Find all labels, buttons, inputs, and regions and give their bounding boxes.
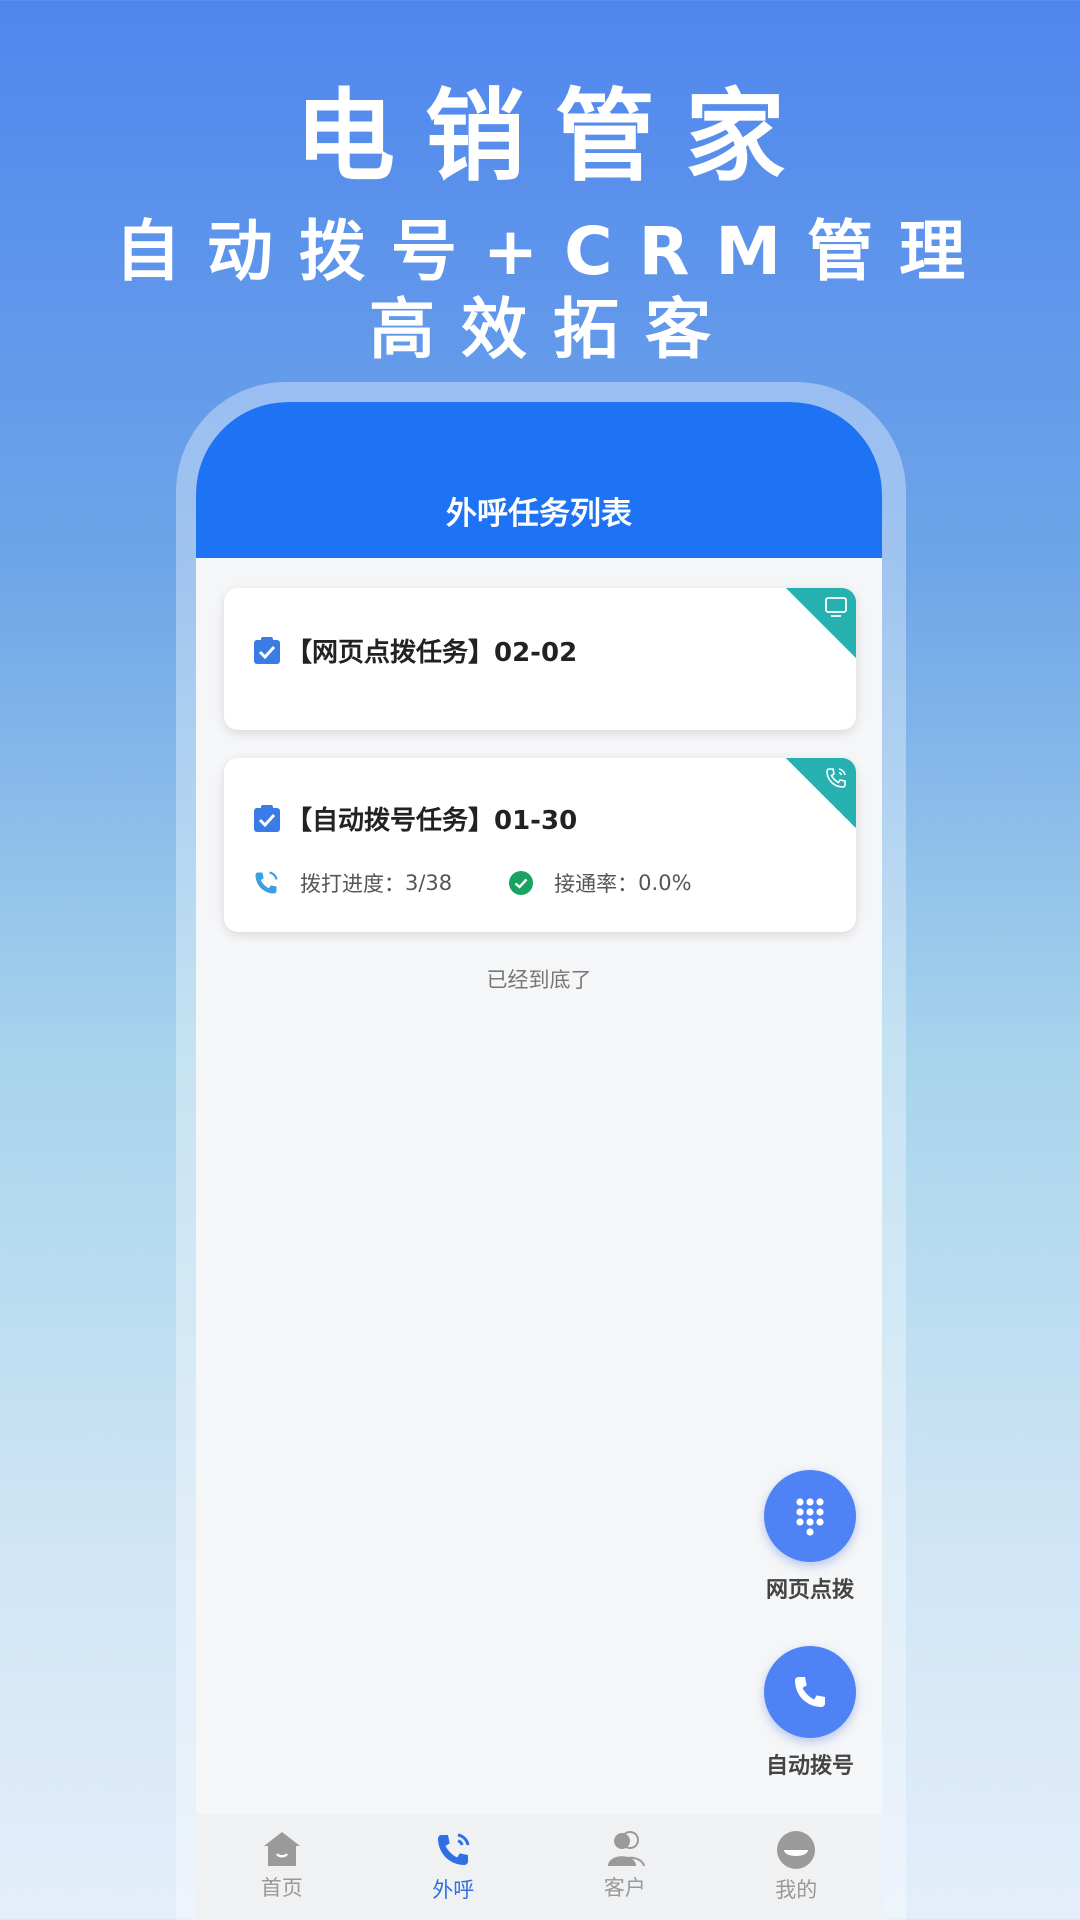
phone-ringing-icon [255, 871, 278, 894]
check-circle-icon [509, 871, 534, 895]
task-type-badge [786, 588, 856, 658]
hero-tagline: 高效拓客 [369, 291, 737, 368]
home-icon [263, 1832, 300, 1866]
task-title: 【自动拨号任务】01-30 [286, 806, 578, 836]
task-card-web-dial[interactable]: 【网页点拨任务】02-02 [224, 588, 856, 730]
dialpad-icon [796, 1498, 824, 1536]
task-stats: 拨打进度： 3/38 接通率： 0.0% [252, 868, 748, 898]
web-dial-label[interactable]: 网页点拨 [736, 1572, 882, 1604]
tab-label: 客户 [603, 1876, 646, 1900]
auto-dial-label[interactable]: 自动拨号 [736, 1748, 882, 1780]
clipboard-check-icon [254, 636, 280, 664]
contacts-icon [607, 1831, 645, 1867]
hero-title: 电销管家 [295, 78, 815, 195]
dial-progress: 拨打进度： 3/38 [252, 868, 452, 898]
connect-rate-label: 接通率： [554, 872, 639, 896]
task-title-row: 【自动拨号任务】01-30 [252, 800, 577, 837]
task-title-row: 【网页点拨任务】02-02 [252, 632, 577, 669]
tab-label: 首页 [260, 1876, 303, 1900]
web-dial-button[interactable] [764, 1470, 856, 1562]
tab-profile[interactable]: 我的 [711, 1814, 883, 1920]
task-card-auto-dial[interactable]: 【自动拨号任务】01-30 拨打进度： 3/38 接通率： 0.0% [224, 758, 856, 932]
dial-progress-label: 拨打进度： [300, 872, 405, 896]
tab-label: 我的 [775, 1878, 818, 1902]
task-type-badge [786, 758, 856, 828]
monitor-icon [825, 597, 847, 617]
tab-home[interactable]: 首页 [196, 1814, 368, 1920]
clipboard-check-icon [254, 804, 280, 832]
app-header: 外呼任务列表 [196, 402, 882, 558]
task-title: 【网页点拨任务】02-02 [286, 638, 578, 668]
auto-dial-button[interactable] [764, 1646, 856, 1738]
phone-icon [826, 768, 846, 788]
tab-outbound[interactable]: 外呼 [368, 1814, 540, 1920]
tab-label: 外呼 [432, 1878, 475, 1902]
phone-icon [795, 1677, 825, 1707]
bottom-tab-bar: 首页 外呼 客户 我的 [196, 1814, 882, 1920]
page-title: 外呼任务列表 [446, 496, 632, 532]
profile-icon [777, 1831, 816, 1869]
tab-customers[interactable]: 客户 [539, 1814, 711, 1920]
phone-icon [438, 1833, 470, 1865]
app-screen: 外呼任务列表 【网页点拨任务】02-02 【自动拨号任务】01-30 拨打进度：… [196, 402, 882, 1920]
connect-rate: 接通率： 0.0% [508, 868, 692, 898]
connect-rate-value: 0.0% [638, 871, 692, 895]
list-end-text: 已经到底了 [486, 968, 592, 992]
dial-progress-value: 3/38 [405, 871, 453, 895]
